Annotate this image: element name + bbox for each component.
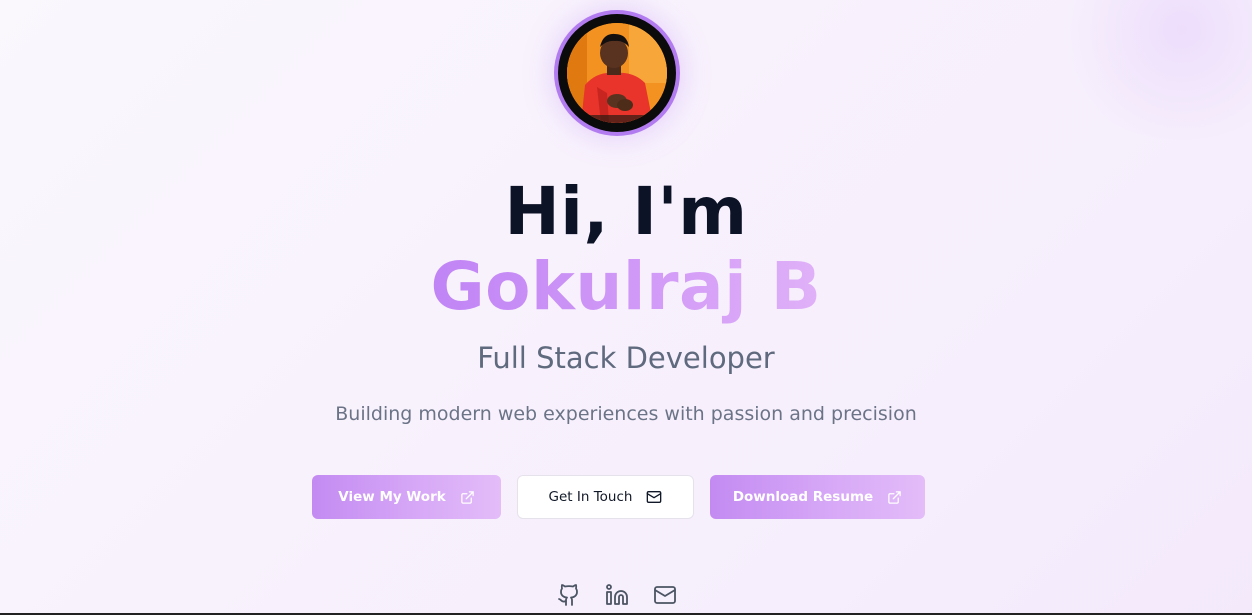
- mail-icon: [647, 491, 662, 503]
- person-illustration: [567, 23, 667, 123]
- tagline: Building modern web experiences with pas…: [335, 403, 917, 425]
- name-heading: Gokulraj B: [0, 243, 1252, 331]
- background-glow: [1052, 0, 1252, 140]
- view-my-work-button[interactable]: View My Work: [312, 475, 501, 519]
- github-link[interactable]: [556, 582, 582, 608]
- name-text: Gokulraj B: [430, 248, 822, 325]
- mail-icon: [654, 586, 676, 604]
- get-in-touch-label: Get In Touch: [548, 489, 633, 505]
- email-link[interactable]: [652, 582, 678, 608]
- external-link-icon: [888, 490, 901, 504]
- external-link-icon: [460, 490, 474, 504]
- role-title: Full Stack Developer: [477, 341, 775, 375]
- linkedin-icon: [606, 584, 628, 605]
- view-my-work-label: View My Work: [338, 489, 446, 505]
- linkedin-link[interactable]: [604, 582, 630, 608]
- social-links: [556, 582, 682, 610]
- avatar: [554, 10, 680, 136]
- github-icon: [558, 584, 578, 606]
- download-resume-button[interactable]: Download Resume: [710, 475, 925, 519]
- get-in-touch-button[interactable]: Get In Touch: [517, 475, 694, 519]
- profile-photo: [567, 23, 667, 123]
- download-resume-label: Download Resume: [732, 489, 874, 505]
